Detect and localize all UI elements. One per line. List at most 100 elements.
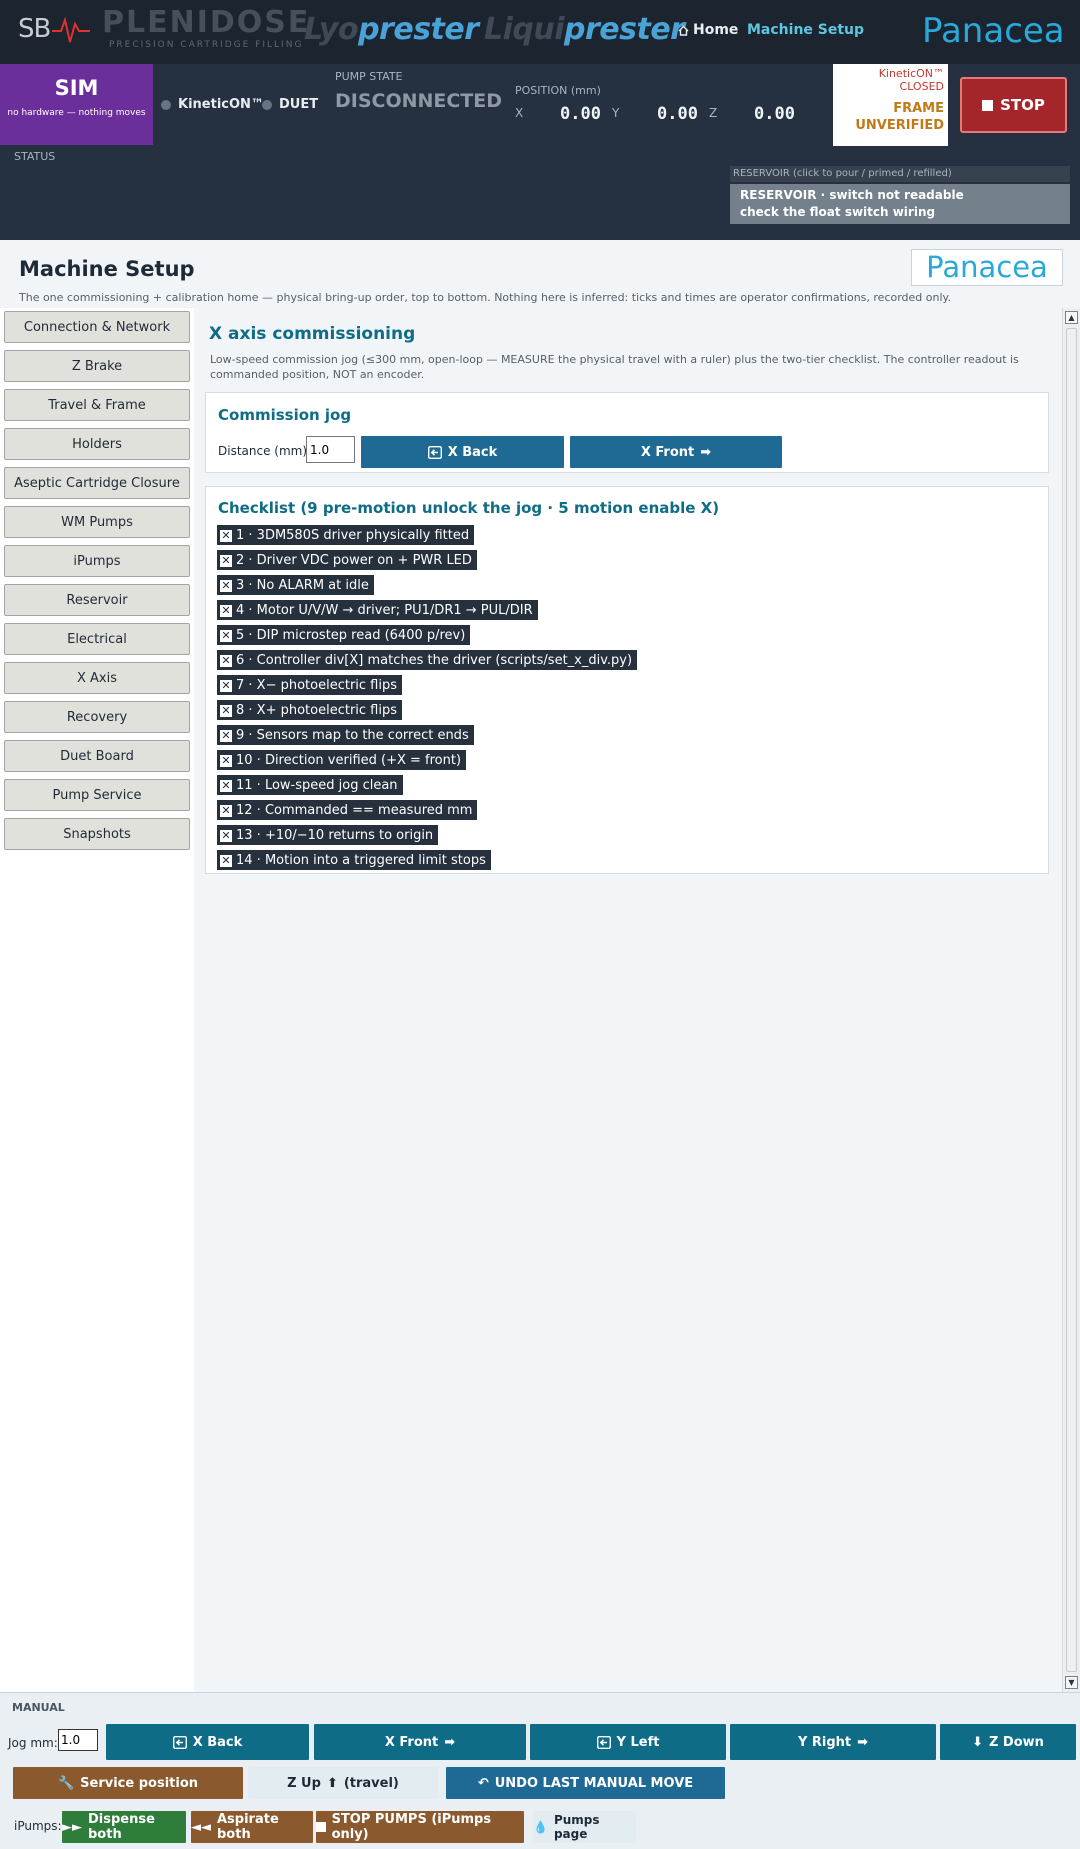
checked-box-icon: ✕ [220, 703, 232, 717]
duet-status-dot [262, 99, 272, 110]
distance-input[interactable] [306, 436, 355, 463]
commission-x-front-button[interactable]: X Front ➡ [570, 436, 782, 468]
scroll-up-arrow-icon[interactable]: ▲ [1065, 311, 1078, 324]
manual-panel: MANUAL Jog mm: X Back X Front ➡ Y Left Y… [0, 1692, 1080, 1849]
y-axis-label: Y [612, 106, 620, 120]
section-description: Low-speed commission jog (≤300 mm, open-… [210, 353, 1019, 381]
sidebar-item-z-brake[interactable]: Z Brake [4, 350, 190, 382]
checked-box-icon: ✕ [220, 803, 232, 817]
sidebar-item-connection-network[interactable]: Connection & Network [4, 311, 190, 343]
pump-state-value: DISCONNECTED [335, 90, 503, 112]
service-position-label: Service position [80, 1775, 199, 1791]
sidebar-item-pump-service[interactable]: Pump Service [4, 779, 190, 811]
checklist-item[interactable]: ✕ 2 · Driver VDC power on + PWR LED [217, 550, 477, 570]
sidebar-item-ipumps[interactable]: iPumps [4, 545, 190, 577]
checked-box-icon: ✕ [220, 728, 232, 742]
checklist-item-label: 4 · Motor U/V/W → driver; PU1/DR1 → PUL/… [236, 603, 533, 618]
service-position-button[interactable]: 🔧 Service position [13, 1767, 243, 1799]
arrow-up-icon: ⬆ [326, 1775, 338, 1791]
sidebar-item-reservoir[interactable]: Reservoir [4, 584, 190, 616]
manual-x-front-button[interactable]: X Front ➡ [314, 1724, 526, 1760]
frame-line2: UNVERIFIED [855, 118, 944, 133]
arrow-right-icon: ➡ [444, 1734, 456, 1750]
checklist-item[interactable]: ✕ 10 · Direction verified (+X = front) [217, 750, 467, 770]
reservoir-line1: RESERVOIR · switch not readable [740, 188, 964, 202]
stop-pumps-button[interactable]: STOP PUMPS (iPumps only) [316, 1811, 524, 1843]
brand-plenidose-tagline: PRECISION CARTRIDGE FILLING [108, 40, 304, 50]
checklist-item[interactable]: ✕ 14 · Motion into a triggered limit stop… [217, 850, 491, 870]
checklist-item[interactable]: ✕ 11 · Low-speed jog clean [217, 775, 403, 795]
checklist-item-label: 7 · X− photoelectric flips [236, 678, 398, 693]
droplet-icon: 💧 [533, 1820, 548, 1834]
checklist-item-label: 6 · Controller div[X] matches the driver… [236, 653, 633, 668]
jog-mm-label: Jog mm: [8, 1736, 58, 1750]
checklist-item-label: 11 · Low-speed jog clean [236, 778, 398, 793]
manual-y-right-button[interactable]: Y Right ➡ [730, 1724, 936, 1760]
checklist-item[interactable]: ✕ 1 · 3DM580S driver physically fitted [217, 525, 475, 545]
checklist-item[interactable]: ✕ 8 · X+ photoelectric flips [217, 700, 403, 720]
stop-square-icon [982, 99, 994, 111]
checklist-item-label: 9 · Sensors map to the correct ends [236, 728, 469, 743]
checked-box-icon: ✕ [220, 553, 232, 567]
aspirate-both-button[interactable]: ◄◄ Aspirate both [191, 1811, 313, 1843]
heartbeat-icon [52, 16, 91, 43]
dispense-both-button[interactable]: ►► Dispense both [62, 1811, 186, 1843]
manual-x-back-button[interactable]: X Back [106, 1724, 309, 1760]
sb-logo: SB [18, 14, 91, 44]
sidebar-item-travel-frame[interactable]: Travel & Frame [4, 389, 190, 421]
sidebar-item-wm-pumps[interactable]: WM Pumps [4, 506, 190, 538]
brand-liquiprester[interactable]: Liquiprester [484, 12, 685, 48]
z-up-button[interactable]: Z Up ⬆ (travel) [248, 1767, 438, 1799]
checklist-item[interactable]: ✕ 7 · X− photoelectric flips [217, 675, 403, 695]
main-scrollbar[interactable]: ▲ ▼ [1062, 308, 1080, 1692]
section-title: X axis commissioning [209, 324, 416, 344]
kinetic-indicator: KineticON™ [161, 97, 264, 112]
sidebar-item-x-axis[interactable]: X Axis [4, 662, 190, 694]
reservoir-label: RESERVOIR (click to pour / primed / refi… [730, 166, 1070, 182]
z-position-value: 0.00 [754, 104, 795, 124]
checklist-item-label: 5 · DIP microstep read (6400 p/rev) [236, 628, 466, 643]
undo-manual-move-button[interactable]: ↶ UNDO LAST MANUAL MOVE [446, 1767, 725, 1799]
distance-label: Distance (mm): [218, 444, 312, 458]
checked-box-icon: ✕ [220, 828, 232, 842]
checklist-item-label: 14 · Motion into a triggered limit stops [236, 853, 486, 868]
brand-plenidose[interactable]: PLENIDOSE PRECISION CARTRIDGE FILLING [102, 8, 310, 51]
commission-x-back-button[interactable]: X Back [361, 436, 564, 468]
brand-liquiprester-b: prester [564, 12, 685, 47]
sidebar-item-snapshots[interactable]: Snapshots [4, 818, 190, 850]
checklist-item[interactable]: ✕ 3 · No ALARM at idle [217, 575, 374, 595]
nav-machine-setup-link[interactable]: Machine Setup [747, 22, 864, 38]
brand-lyoprester[interactable]: Lyoprester [304, 12, 479, 48]
sidebar-item-holders[interactable]: Holders [4, 428, 190, 460]
nav-home-label: Home [693, 22, 739, 38]
checklist-item[interactable]: ✕ 13 · +10/−10 returns to origin [217, 825, 439, 845]
commission-x-front-label: X Front [640, 444, 695, 460]
jog-mm-input[interactable] [58, 1729, 98, 1751]
frame-line1: FRAME [893, 101, 944, 116]
stop-button[interactable]: STOP [960, 77, 1067, 133]
reservoir-status-button[interactable]: RESERVOIR · switch not readable check th… [730, 184, 1070, 224]
checklist-item[interactable]: ✕ 5 · DIP microstep read (6400 p/rev) [217, 625, 471, 645]
sidebar-item-recovery[interactable]: Recovery [4, 701, 190, 733]
commission-jog-heading: Commission jog [218, 406, 352, 424]
nav-home-link[interactable]: Home [678, 22, 738, 38]
pumps-page-button[interactable]: 💧 Pumps page [533, 1811, 636, 1843]
checked-box-icon: ✕ [220, 603, 232, 617]
sidebar-item-duet-board[interactable]: Duet Board [4, 740, 190, 772]
checked-box-icon: ✕ [220, 678, 232, 692]
brand-lyoprester-a: Lyo [304, 12, 359, 47]
stop-square-icon [316, 1822, 326, 1832]
scroll-down-arrow-icon[interactable]: ▼ [1065, 1676, 1078, 1689]
checklist-item[interactable]: ✕ 4 · Motor U/V/W → driver; PU1/DR1 → PUL… [217, 600, 538, 620]
panacea-logo: Panacea [922, 11, 1065, 51]
scrollbar-thumb[interactable] [1066, 328, 1077, 1672]
z-up-label: Z Up [287, 1775, 321, 1791]
sidebar-item-aseptic-cartridge-closure[interactable]: Aseptic Cartridge Closure [4, 467, 190, 499]
sidebar: Connection & Network Z Brake Travel & Fr… [0, 308, 194, 1692]
sidebar-item-electrical[interactable]: Electrical [4, 623, 190, 655]
manual-y-left-button[interactable]: Y Left [530, 1724, 726, 1760]
checklist-item[interactable]: ✕ 12 · Commanded == measured mm [217, 800, 478, 820]
checklist-item[interactable]: ✕ 6 · Controller div[X] matches the drive… [217, 650, 638, 670]
manual-z-down-button[interactable]: ⬇ Z Down [940, 1724, 1076, 1760]
checklist-item[interactable]: ✕ 9 · Sensors map to the correct ends [217, 725, 474, 745]
